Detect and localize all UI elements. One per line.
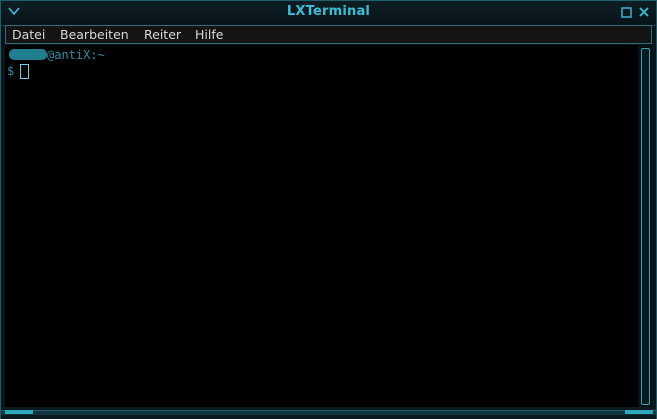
vertical-scrollbar[interactable] [639,45,652,407]
scrollbar-thumb[interactable] [641,48,650,405]
menu-reiter[interactable]: Reiter [144,27,181,42]
terminal-window: LXTerminal Datei Bearbeiten Reiter Hilfe… [0,0,657,419]
window-title: LXTerminal [286,4,371,19]
prompt-line-input: $ [7,64,30,79]
resize-handle-left[interactable] [5,410,33,414]
menu-bar: Datei Bearbeiten Reiter Hilfe [5,25,652,44]
prompt-symbol: $ [7,64,15,78]
resize-handle-right[interactable] [625,410,653,414]
menu-bearbeiten[interactable]: Bearbeiten [60,27,129,42]
menu-hilfe[interactable]: Hilfe [195,27,223,42]
prompt-line-host: @antiX:~ [7,48,105,62]
menu-datei[interactable]: Datei [12,27,45,42]
host-path: @antiX:~ [47,48,105,62]
title-bar[interactable]: LXTerminal [1,1,656,26]
redacted-username [9,49,47,60]
terminal-output[interactable]: @antiX:~ $ [5,45,638,407]
text-cursor [20,64,30,79]
resize-edge[interactable] [1,410,656,415]
maximize-icon[interactable] [621,7,632,18]
close-icon[interactable] [638,6,650,18]
